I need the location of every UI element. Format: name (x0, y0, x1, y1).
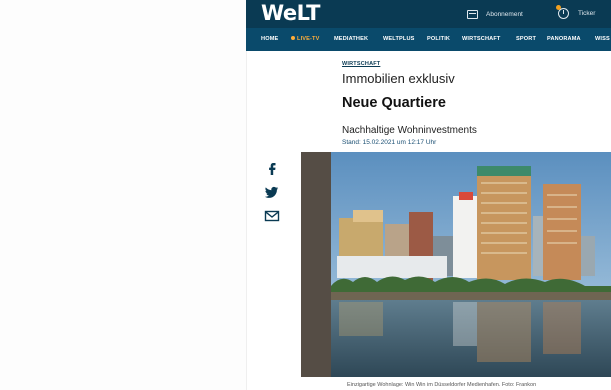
clock-icon (556, 4, 569, 19)
nav-home[interactable]: HOME (261, 36, 278, 42)
top-bar: WeLT Abonnement Ticker (246, 0, 611, 28)
nav-panorama[interactable]: PANORAMA (547, 36, 581, 42)
article-rubric: Immobilien exklusiv (342, 71, 455, 86)
nav-wirtschaft[interactable]: WIRTSCHAFT (462, 36, 500, 42)
live-dot-icon (291, 36, 295, 40)
facebook-icon (269, 163, 276, 175)
nav-live-tv[interactable]: LIVE-TV (291, 36, 320, 42)
harbor-skyline-illustration (301, 152, 611, 377)
nav-live-tv-label: LIVE-TV (297, 36, 320, 42)
ticker-link[interactable]: Ticker (556, 4, 596, 20)
share-facebook-button[interactable] (264, 160, 280, 176)
article-kicker[interactable]: WIRTSCHAFT (342, 61, 380, 67)
nav-politik[interactable]: POLITIK (427, 36, 450, 42)
nav-sport[interactable]: SPORT (516, 36, 536, 42)
mail-icon (264, 210, 280, 222)
notification-dot (556, 4, 561, 10)
main-navigation: HOME LIVE-TV MEDIATHEK WELTPLUS POLITIK … (246, 28, 611, 51)
abonnement-label: Abonnement (486, 10, 523, 18)
welt-logo[interactable]: WeLT (261, 1, 320, 25)
share-mail-button[interactable] (264, 208, 280, 224)
nav-mediathek[interactable]: MEDIATHEK (334, 36, 368, 42)
share-twitter-button[interactable] (264, 184, 280, 200)
article-subline: Nachhaltige Wohninvestments (342, 125, 477, 136)
twitter-icon (264, 186, 279, 198)
article-timestamp: Stand: 15.02.2021 um 12:17 Uhr (342, 139, 437, 146)
nav-wissen[interactable]: WISS (595, 36, 610, 42)
hero-image[interactable] (301, 152, 611, 377)
article-headline: Neue Quartiere (342, 95, 446, 111)
nav-weltplus[interactable]: WELTPLUS (383, 36, 415, 42)
subscription-icon (467, 9, 478, 19)
image-caption: Einzigartige Wohnlage: Win Win im Düssel… (347, 382, 537, 388)
ticker-label: Ticker (578, 9, 596, 17)
abonnement-link[interactable]: Abonnement (467, 7, 523, 21)
